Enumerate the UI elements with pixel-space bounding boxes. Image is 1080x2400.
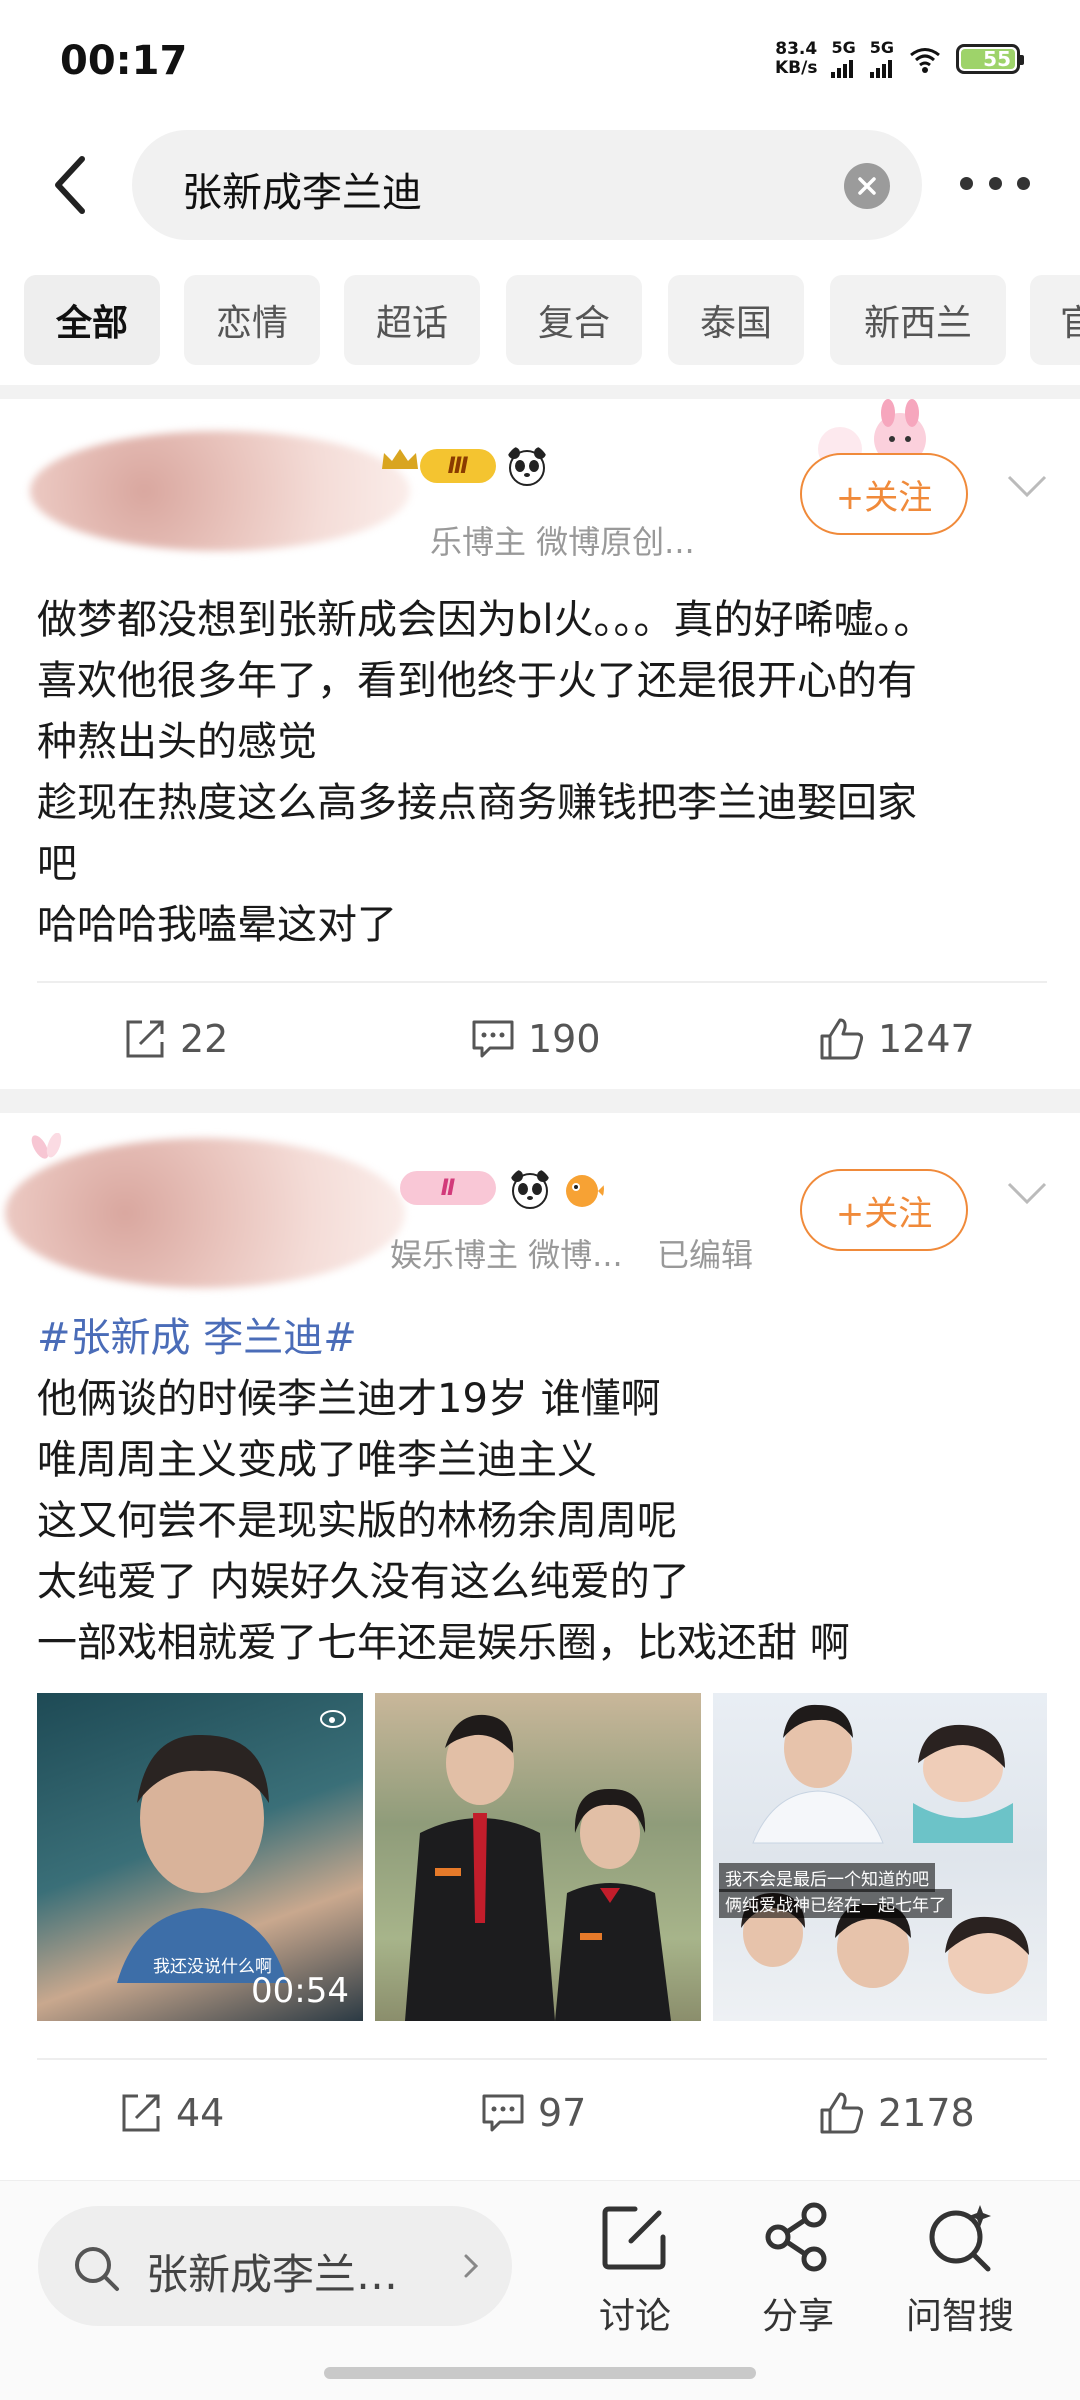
image-thumbnail[interactable]: 我不会是最后一个知道的吧 俩纯爱战神已经在一起七年了 [713,1693,1047,2021]
more-button[interactable] [960,168,1030,198]
post-card[interactable]: Ⅲ 乐博主 微博原创... +关注 做梦都没想到张新成会因为bl火。。。真的好唏… [0,399,1080,1089]
search-icon [75,2247,119,2291]
image-thumbnail[interactable] [375,1693,701,2021]
follow-button[interactable]: +关注 [800,1169,968,1251]
tab-romance[interactable]: 恋情 [184,275,320,365]
repost-button[interactable]: 44 [118,2063,224,2163]
tab-all[interactable]: 全部 [24,275,160,365]
chevron-down-icon[interactable] [1005,471,1049,501]
network-speed: 83.4 KB/s [775,39,818,78]
thumbs-up-icon [820,1018,864,1060]
panda-icon [508,447,546,486]
tab-official[interactable]: 官 [1030,275,1080,365]
tab-thailand[interactable]: 泰国 [668,275,804,365]
pufferfish-icon [566,1175,604,1207]
bottom-search-input[interactable]: 张新成李兰… [38,2206,512,2326]
weibo-watermark-icon [320,1710,346,1728]
section-divider [0,385,1080,399]
user-level-badge: Ⅲ [420,449,496,483]
comment-icon [482,2094,524,2132]
thumbs-up-icon [820,2092,864,2134]
person-silhouette-icon [117,1734,287,1983]
search-query: 张新成李兰迪 [182,170,422,216]
chevron-down-icon[interactable] [1005,1178,1049,1208]
tab-super-topic[interactable]: 超话 [344,275,480,365]
search-input[interactable]: 张新成李兰迪 [132,130,922,240]
more-dots-icon [960,176,973,190]
share-button[interactable]: 分享 [738,2201,858,2361]
tab-new-zealand[interactable]: 新西兰 [830,275,1006,365]
repost-icon [122,2094,160,2132]
comment-icon [472,1020,514,1058]
discuss-button[interactable]: 讨论 [575,2201,695,2361]
photo-placeholder-icon [405,1714,671,2021]
edited-label: 已编辑 [657,1236,754,1274]
battery-icon: 55 [956,44,1024,74]
panda-icon [511,1170,549,1209]
user-meta: 乐博主 微博原创... [430,523,695,561]
media-grid: 我还没说什么啊 00:54 我不会是最后一个知道的吧 俩纯爱战神已经在一起七年了 [37,1693,1047,2021]
bottom-search-text: 张新成李兰… [146,2250,399,2299]
wifi-icon [910,48,940,73]
video-duration: 00:54 [251,1971,349,2011]
status-icons: 83.4 KB/s 5G 5G 55 [775,39,1024,78]
chevron-left-icon [55,156,85,214]
crown-icon [382,449,418,469]
follow-button[interactable]: +关注 [800,453,968,535]
repost-button[interactable]: 22 [122,989,228,1089]
post-actions: 22 190 1247 [0,989,1080,1089]
back-button[interactable] [40,150,100,220]
comment-button[interactable]: 190 [470,989,601,1089]
home-indicator[interactable] [324,2367,756,2379]
search-header: 张新成李兰迪 [0,130,1080,240]
close-icon [858,177,876,195]
signal-icon-sim1: 5G [831,40,856,78]
share-icon [765,2202,827,2272]
photo-placeholder-icon [741,1704,1029,1994]
video-thumbnail[interactable]: 我还没说什么啊 00:54 [37,1693,363,2021]
image-caption: 我不会是最后一个知道的吧 [719,1863,935,1892]
status-time: 00:17 [60,38,188,84]
post-content: 做梦都没想到张新成会因为bl火。。。真的好唏嘘。。 喜欢他很多年了，看到他终于火… [37,597,934,948]
tab-reunion[interactable]: 复合 [506,275,642,365]
edit-icon [602,2206,666,2270]
hashtag-link[interactable]: #张新成 李兰迪# [37,1308,1047,1369]
clear-button[interactable] [844,163,890,209]
chevron-right-icon [464,2254,479,2278]
section-divider [0,1089,1080,1113]
comment-button[interactable]: 97 [480,2063,586,2163]
ask-search-button[interactable]: 问智搜 [900,2201,1020,2361]
post-content: #张新成 李兰迪# 他俩谈的时候李兰迪才19岁 谁懂啊 唯周周主义变成了唯李兰迪… [37,1308,1047,1674]
post-card[interactable]: Ⅱ 娱乐博主 微博... 已编辑 +关注 #张新成 李兰迪# 他俩谈的时候李兰迪… [0,1113,1080,2178]
user-meta: 娱乐博主 微博... [390,1236,623,1274]
repost-icon [126,1020,164,1058]
post-actions: 44 97 2178 [0,2063,1080,2163]
divider [37,2058,1047,2060]
avatar[interactable] [5,1138,405,1288]
divider [37,981,1047,983]
status-bar: 00:17 83.4 KB/s 5G 5G 55 [0,0,1080,130]
ai-search-icon [929,2205,991,2272]
avatar[interactable] [30,431,410,551]
like-button[interactable]: 2178 [818,2063,975,2163]
filter-tabs: 全部 恋情 超话 复合 泰国 新西兰 官 [0,275,1080,365]
user-level-badge: Ⅱ [400,1171,496,1205]
image-caption: 俩纯爱战神已经在一起七年了 [719,1889,952,1918]
like-button[interactable]: 1247 [818,989,975,1089]
signal-icon-sim2: 5G [869,40,894,78]
